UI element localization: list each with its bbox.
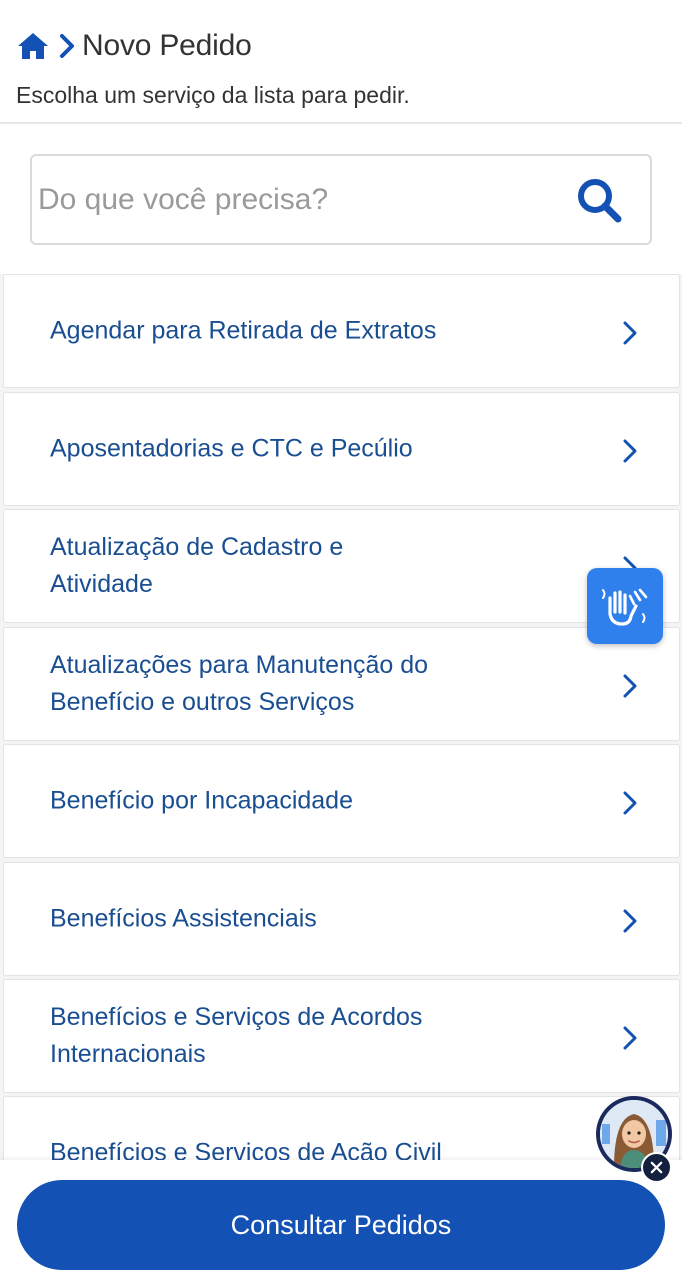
search-icon[interactable] (574, 175, 624, 225)
search-input[interactable] (32, 156, 574, 243)
bottom-bar: Consultar Pedidos (0, 1160, 682, 1280)
search-box[interactable] (30, 154, 652, 245)
page-title: Novo Pedido (82, 29, 252, 62)
home-icon[interactable] (16, 31, 50, 61)
service-item-label: Benefícios e Serviços de Acordos Interna… (50, 1003, 423, 1068)
breadcrumb: Novo Pedido (16, 28, 252, 64)
service-item-label: Benefícios Assistenciais (50, 904, 317, 933)
services-panel: Agendar para Retirada de Extratos Aposen… (0, 122, 682, 1162)
chevron-right-icon (623, 439, 637, 463)
chevron-right-icon (623, 674, 637, 698)
service-item-label: Aposentadorias e CTC e Pecúlio (50, 434, 413, 463)
service-item-acordos-internacionais[interactable]: Benefícios e Serviços de Acordos Interna… (3, 979, 680, 1093)
page-header: Novo Pedido Escolha um serviço da lista … (0, 0, 682, 122)
service-item-label: Agendar para Retirada de Extratos (50, 316, 437, 345)
chevron-right-icon (623, 909, 637, 933)
chevron-right-icon (623, 1026, 637, 1050)
service-item-beneficio-incapacidade[interactable]: Benefício por Incapacidade (3, 744, 680, 858)
consultar-pedidos-button[interactable]: Consultar Pedidos (17, 1180, 665, 1270)
page-subtitle: Escolha um serviço da lista para pedir. (16, 82, 410, 108)
close-icon (650, 1161, 663, 1174)
service-item-agendar-extratos[interactable]: Agendar para Retirada de Extratos (3, 274, 680, 388)
chevron-right-icon (623, 791, 637, 815)
close-assistant-button[interactable] (641, 1152, 672, 1183)
chevron-right-icon (623, 321, 637, 345)
service-item-label: Atualizações para Manutenção do Benefíci… (50, 651, 429, 716)
search-section (0, 124, 682, 274)
sign-language-button[interactable] (587, 568, 663, 644)
service-item-label: Benefícios e Serviços de Ação Civil (50, 1138, 442, 1163)
sign-language-icon (602, 588, 648, 626)
service-item-aposentadorias[interactable]: Aposentadorias e CTC e Pecúlio (3, 392, 680, 506)
service-item-label: Atualização de Cadastro e Atividade (50, 533, 344, 598)
chevron-right-icon (60, 34, 74, 58)
service-item-atualizacoes-manutencao[interactable]: Atualizações para Manutenção do Benefíci… (3, 627, 680, 741)
service-item-beneficios-assistenciais[interactable]: Benefícios Assistenciais (3, 862, 680, 976)
service-item-acao-civil[interactable]: Benefícios e Serviços de Ação Civil (3, 1096, 680, 1162)
service-item-atualizacao-cadastro[interactable]: Atualização de Cadastro e Atividade (3, 509, 680, 623)
service-item-label: Benefício por Incapacidade (50, 786, 353, 815)
